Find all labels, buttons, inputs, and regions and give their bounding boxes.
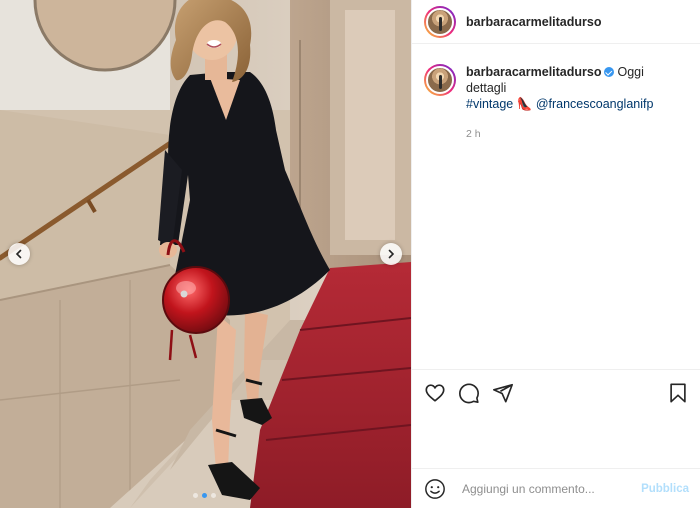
heart-icon[interactable] (424, 382, 448, 406)
chevron-right-icon (388, 249, 395, 259)
caption-username[interactable]: barbaracarmelitadurso (466, 65, 601, 79)
mention-link[interactable]: @francescoanglanifp (536, 97, 654, 111)
action-bar (412, 369, 700, 417)
carousel-prev-button[interactable] (8, 243, 30, 265)
high-heel-emoji: 👠 (516, 97, 533, 111)
author-username[interactable]: barbaracarmelitadurso (466, 15, 601, 29)
carousel-dot-active (202, 493, 207, 498)
hashtag-link[interactable]: #vintage (466, 97, 513, 111)
avatar-image (426, 66, 454, 94)
smiley-icon[interactable] (424, 478, 446, 500)
avatar[interactable] (424, 64, 456, 96)
comment-input[interactable] (460, 480, 642, 497)
publish-button[interactable]: Pubblica (641, 483, 689, 495)
carousel-dot (211, 493, 216, 498)
post-media[interactable] (0, 0, 411, 508)
carousel-indicator (193, 493, 216, 498)
avatar-image (426, 7, 454, 36)
post-header: barbaracarmelitadurso (412, 0, 700, 44)
bookmark-icon[interactable] (667, 382, 691, 406)
caption-body: barbaracarmelitadurso Oggi dettagli #vint… (466, 64, 676, 142)
avatar[interactable] (424, 5, 456, 38)
verified-badge-icon (604, 67, 615, 77)
instagram-post: barbaracarmelitadurso barbaracarmelitadu… (0, 0, 700, 508)
paper-plane-icon[interactable] (492, 382, 516, 406)
carousel-next-button[interactable] (380, 243, 402, 265)
chevron-left-icon (15, 249, 22, 259)
carousel-dot (193, 493, 198, 498)
post-photo (0, 0, 411, 508)
caption-comment: barbaracarmelitadurso Oggi dettagli #vint… (412, 44, 700, 142)
post-sidebar: barbaracarmelitadurso barbaracarmelitadu… (411, 0, 700, 508)
post-timestamp[interactable]: 2 h (466, 126, 676, 142)
add-comment-bar: Pubblica (412, 468, 700, 508)
comment-icon[interactable] (458, 382, 482, 406)
